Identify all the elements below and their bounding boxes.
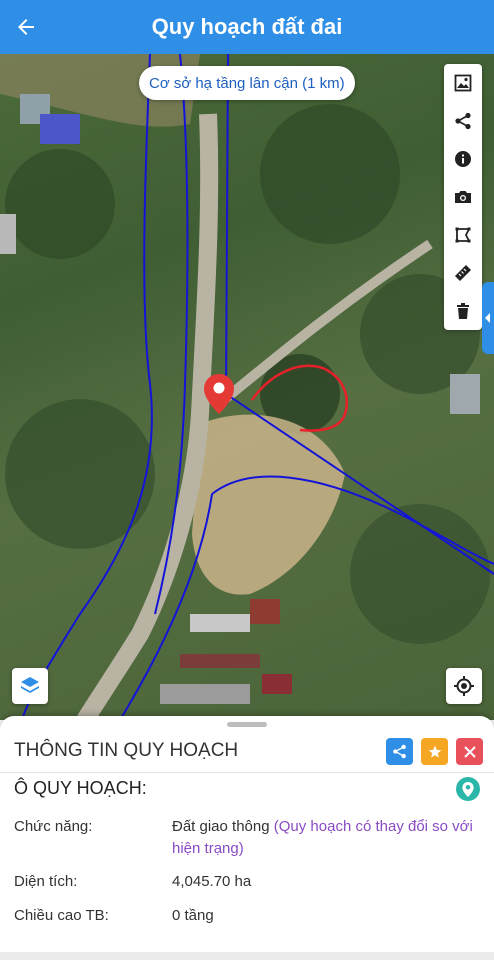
- close-icon: [463, 745, 476, 758]
- layers-icon: [21, 677, 39, 693]
- share-button[interactable]: [386, 738, 413, 765]
- trash-icon: [457, 303, 469, 319]
- share-icon: [455, 112, 471, 130]
- chevron-left-icon: [485, 313, 490, 323]
- ruler-tool[interactable]: [444, 254, 482, 292]
- crosshair-icon: [454, 676, 474, 696]
- side-panel-handle[interactable]: [482, 282, 494, 354]
- map-toolbar: [444, 64, 482, 330]
- panel-actions: [386, 738, 483, 765]
- my-location-button[interactable]: [446, 668, 482, 704]
- back-button[interactable]: [10, 11, 42, 43]
- drag-handle[interactable]: [227, 722, 267, 727]
- area-value: 4,045.70 ha: [172, 873, 252, 890]
- favorite-button[interactable]: [421, 738, 448, 765]
- app-header: Quy hoạch đất đai: [0, 0, 494, 54]
- star-icon: [428, 745, 441, 758]
- info-tool[interactable]: [444, 140, 482, 178]
- location-pin-icon[interactable]: [204, 374, 234, 414]
- close-button[interactable]: [456, 738, 483, 765]
- function-label: Chức năng:: [14, 818, 93, 835]
- nearby-infrastructure-chip[interactable]: Cơ sở hạ tầng lân cận (1 km): [139, 66, 355, 100]
- map-view[interactable]: Cơ sở hạ tầng lân cận (1 km): [0, 54, 494, 720]
- image-icon: [454, 74, 472, 92]
- area-label: Diện tích:: [14, 873, 78, 890]
- camera-icon: [455, 191, 471, 203]
- camera-tool[interactable]: [444, 178, 482, 216]
- page-title: Quy hoạch đất đai: [151, 14, 343, 39]
- section-title: Ô QUY HOẠCH:: [14, 778, 147, 798]
- delete-tool[interactable]: [444, 292, 482, 330]
- satellite-imagery: [0, 54, 494, 720]
- polygon-tool[interactable]: [444, 216, 482, 254]
- polygon-icon: [455, 227, 471, 243]
- function-text: Đất giao thông: [172, 818, 270, 835]
- bottom-bar: [0, 952, 494, 960]
- image-tool[interactable]: [444, 64, 482, 102]
- share-icon: [393, 744, 406, 759]
- info-icon: [455, 151, 471, 167]
- height-label: Chiều cao TB:: [14, 907, 109, 924]
- map-pin-icon: [462, 781, 474, 797]
- panel-title: THÔNG TIN QUY HOẠCH: [14, 740, 239, 761]
- planning-info-panel: THÔNG TIN QUY HOẠCH Ô QUY HOẠCH: Chức nă…: [0, 716, 494, 960]
- layers-button[interactable]: [12, 668, 48, 704]
- share-tool[interactable]: [444, 102, 482, 140]
- arrow-left-icon: [18, 19, 34, 35]
- function-value: Đất giao thông (Quy hoạch có thay đổi so…: [172, 816, 482, 860]
- ruler-icon: [455, 265, 471, 281]
- locate-plot-button[interactable]: [456, 777, 480, 801]
- height-value: 0 tầng: [172, 907, 214, 924]
- divider: [0, 772, 494, 773]
